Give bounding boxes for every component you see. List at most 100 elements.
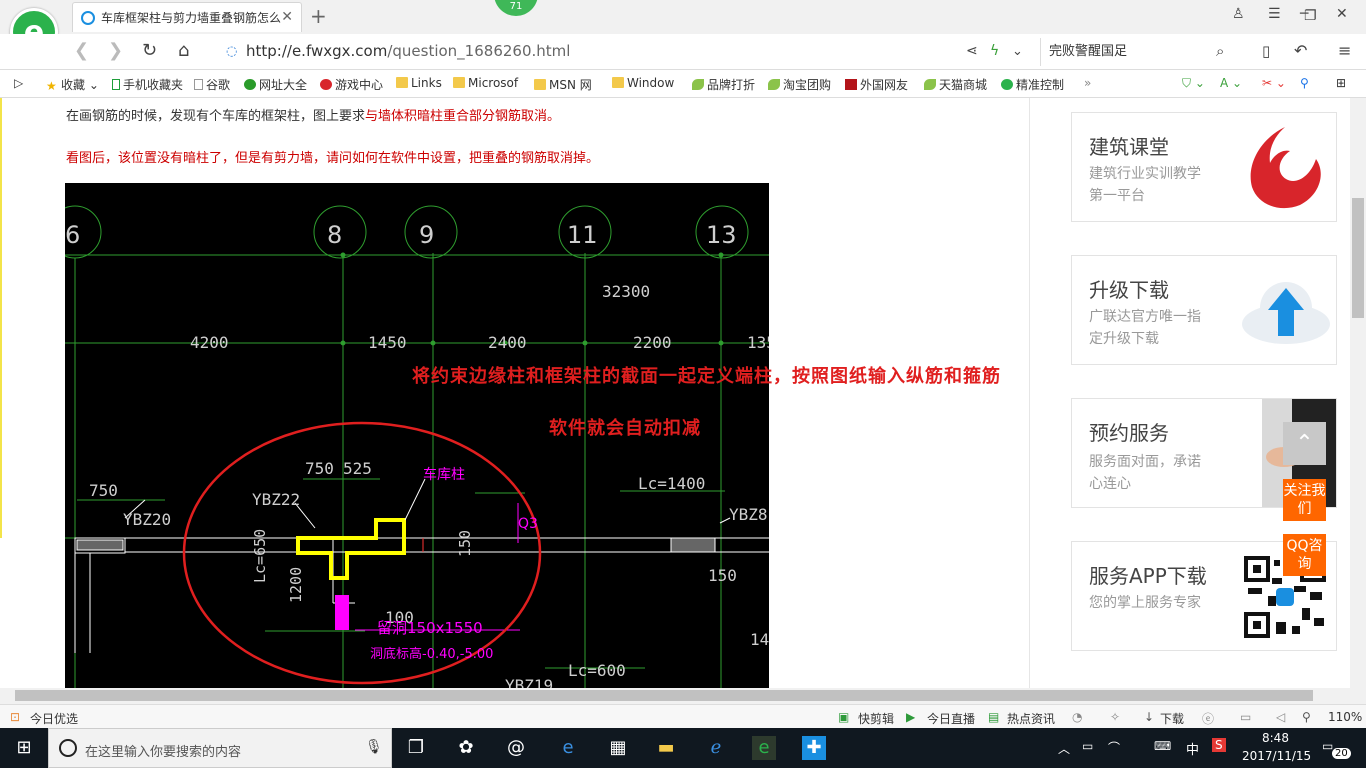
menu-icon[interactable]: ☰: [1268, 6, 1281, 22]
ie-icon[interactable]: ℯ: [704, 736, 728, 760]
bookmark-item[interactable]: 淘宝团购: [768, 76, 831, 93]
dimension-label: 150: [456, 530, 474, 557]
tab-close-icon[interactable]: ✕: [281, 9, 293, 25]
status-item[interactable]: 今日直播: [927, 710, 975, 727]
bookmark-item[interactable]: 外国网友: [845, 76, 908, 93]
bookmark-item[interactable]: 手机收藏夹: [112, 76, 183, 93]
app-plus-icon[interactable]: ✚: [802, 736, 826, 760]
tray-app-icon[interactable]: ▭: [1082, 739, 1093, 753]
sound-icon[interactable]: ◁: [1276, 710, 1285, 724]
windows-start-icon[interactable]: ⊞: [12, 736, 36, 760]
card-subtitle: 广联达官方唯一指定升级下载: [1089, 309, 1201, 347]
browser-tab[interactable]: 车库框架柱与剪力墙重叠钢筋怎么 ✕: [72, 2, 302, 32]
bookmark-item[interactable]: 网址大全: [244, 76, 307, 93]
restore-button[interactable]: ❐: [1304, 8, 1317, 24]
more-bookmarks-icon[interactable]: »: [1084, 76, 1091, 90]
undo-icon[interactable]: ↶: [1294, 41, 1307, 60]
ime-indicator[interactable]: 中: [1186, 739, 1199, 758]
dimension-label: 525: [343, 459, 372, 478]
scissors-icon[interactable]: ✂ ⌄: [1262, 76, 1286, 90]
back-to-top-icon[interactable]: ⌃: [1283, 422, 1326, 465]
card-title: 预约服务: [1089, 421, 1169, 445]
ie-mode-icon[interactable]: ⓔ: [1202, 710, 1214, 727]
shirt-icon[interactable]: ♙: [1232, 6, 1245, 22]
zoom-level[interactable]: 110%: [1328, 710, 1362, 724]
microphone-icon[interactable]: 🎙: [365, 739, 383, 755]
translate-icon[interactable]: A ⌄: [1220, 76, 1242, 90]
search-placeholder: 在这里输入你要搜索的内容: [85, 745, 242, 760]
scroll-thumb[interactable]: [15, 690, 1313, 701]
grid-icon[interactable]: ⊞: [1336, 76, 1346, 90]
card-subtitle: 服务面对面，承诺心连心: [1089, 454, 1201, 492]
home-button[interactable]: ⌂: [178, 40, 189, 61]
search-icon[interactable]: ⌕: [1216, 42, 1224, 60]
clock-date[interactable]: 2017/11/15: [1242, 749, 1311, 763]
bookmark-item[interactable]: 天猫商城: [924, 76, 987, 93]
close-window-button[interactable]: ✕: [1336, 6, 1348, 22]
app-spiral-icon[interactable]: @: [504, 736, 528, 760]
bookmark-item[interactable]: 谷歌: [194, 76, 230, 93]
card-building-class[interactable]: 建筑课堂 建筑行业实训教学第一平台: [1071, 112, 1337, 222]
new-tab-button[interactable]: +: [310, 4, 327, 28]
status-item[interactable]: 下载: [1160, 710, 1184, 727]
notification-count: 20: [1332, 748, 1351, 759]
horizontal-scrollbar[interactable]: [0, 688, 1366, 704]
task-view-icon[interactable]: ❐: [404, 736, 428, 760]
bookmark-item[interactable]: Links: [396, 76, 442, 90]
elevation-label: 洞底标高-0.40,-5.00: [370, 646, 493, 662]
site-info-icon[interactable]: ◌: [226, 44, 237, 59]
bookmark-item[interactable]: MSN 网: [534, 76, 592, 93]
bookmark-item[interactable]: Window: [612, 76, 674, 90]
edge-icon[interactable]: e: [556, 736, 580, 760]
magnifier-icon[interactable]: ⚲: [1300, 76, 1309, 90]
bookmark-item[interactable]: 精准控制: [1001, 76, 1064, 93]
vertical-scrollbar[interactable]: [1350, 98, 1366, 688]
dimension-label: 1200: [287, 567, 305, 603]
follow-us-button[interactable]: 关注我们: [1283, 479, 1326, 521]
window-icon[interactable]: ▭: [1240, 710, 1251, 724]
browser-taskbar-icon[interactable]: e: [752, 736, 776, 760]
share-icon[interactable]: ⋖: [966, 43, 978, 59]
status-item[interactable]: 热点资讯: [1007, 710, 1055, 727]
sogou-icon[interactable]: S: [1212, 738, 1226, 752]
bookmarks-bar: ▷ ★ 收藏 ⌄ 手机收藏夹 谷歌 网址大全 游戏中心 Links Microso…: [0, 70, 1366, 98]
dimension-label: 4200: [190, 333, 229, 352]
wall-label: Q3: [518, 516, 538, 532]
garage-column-label: 车库柱: [423, 466, 465, 483]
refresh-button[interactable]: ↻: [142, 40, 157, 61]
file-explorer-icon[interactable]: ▬: [654, 736, 678, 760]
search-input[interactable]: 完败警醒国足: [1040, 38, 1245, 66]
pin-icon[interactable]: ✧: [1110, 710, 1120, 724]
qq-consult-button[interactable]: QQ咨询: [1283, 534, 1326, 576]
bookmark-item[interactable]: ★ 收藏 ⌄: [46, 76, 99, 93]
keyboard-icon[interactable]: ⌨: [1154, 739, 1171, 753]
more-menu-icon[interactable]: ≡: [1338, 41, 1351, 60]
status-item[interactable]: 快剪辑: [858, 710, 894, 727]
chevron-down-icon[interactable]: ⌄: [1012, 44, 1023, 59]
store-icon[interactable]: ▦: [606, 736, 630, 760]
taskbar-search-input[interactable]: 在这里输入你要搜索的内容 🎙: [48, 728, 392, 768]
news-icon: ▤: [988, 710, 1000, 724]
bookmark-item[interactable]: Microsof: [453, 76, 518, 90]
dimension-label: Lc=600: [568, 661, 626, 680]
phone-icon[interactable]: ▯: [1262, 42, 1270, 60]
back-button[interactable]: ❮: [74, 40, 89, 61]
tray-expand-icon[interactable]: ︿: [1058, 740, 1070, 757]
card-upgrade-download[interactable]: 升级下载 广联达官方唯一指定升级下载: [1071, 255, 1337, 365]
sidebar-toggle-icon[interactable]: ▷: [14, 76, 23, 90]
today-pick-link[interactable]: 今日优选: [30, 710, 78, 727]
speed-icon[interactable]: ◔: [1072, 710, 1082, 724]
scroll-thumb[interactable]: [1352, 198, 1364, 318]
wifi-icon[interactable]: ⌒: [1108, 739, 1120, 756]
lightning-icon[interactable]: ϟ: [990, 43, 999, 59]
left-edge-marker: [0, 98, 2, 538]
forward-button[interactable]: ❯: [108, 40, 123, 61]
app-flower-icon[interactable]: ✿: [454, 736, 478, 760]
bookmark-item[interactable]: 品牌打折: [692, 76, 755, 93]
notification-badge[interactable]: 71: [494, 0, 538, 16]
url-field[interactable]: http://e.fwxgx.com/question_1686260.html: [246, 42, 570, 60]
gift-icon: ⊡: [10, 710, 21, 724]
bookmark-item[interactable]: 游戏中心: [320, 76, 383, 93]
shield-icon[interactable]: ⛉ ⌄: [1182, 76, 1205, 91]
clock-time[interactable]: 8:48: [1262, 731, 1289, 745]
